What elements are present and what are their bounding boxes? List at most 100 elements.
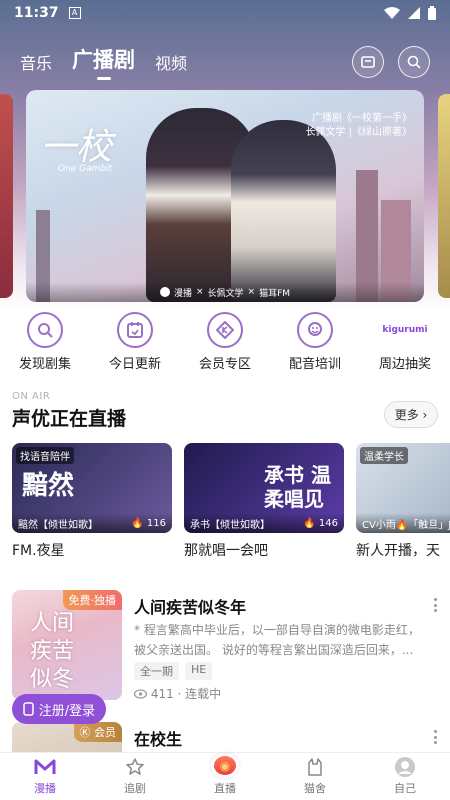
- nav-label: 猫舍: [304, 782, 326, 795]
- nav-label: 追剧: [124, 782, 146, 795]
- live-icon: ◉: [211, 753, 239, 778]
- banner-slide[interactable]: 一校 One Gambit 广播剧《一校第一手》 长佩文学 |《绿山原著》 漫播…: [26, 90, 424, 302]
- star-icon: [123, 756, 147, 778]
- drama-tags: 全一期 HE: [134, 662, 213, 680]
- banner-character-right: [231, 120, 336, 302]
- search-icon: [407, 55, 421, 69]
- quick-item-discover[interactable]: 发现剧集: [5, 312, 85, 376]
- vip-icon: [207, 312, 243, 348]
- drama-description: * 程言繁高中毕业后，以一部自导自演的微电影走红，被父亲送出国。 说好的等程言繁…: [134, 623, 420, 657]
- quick-menu: 发现剧集 今日更新 会员专区 配音培训 kigurumi 周边抽奖: [0, 312, 450, 376]
- quick-item-label: 会员专区: [198, 357, 251, 372]
- live-caption-bar: 黯然【倾世如歌】 🔥 116: [12, 513, 172, 533]
- live-thumbnail: 承书 温柔唱见 承书【倾世如歌】 🔥 146: [184, 443, 344, 533]
- live-more-button[interactable]: 更多 ›: [384, 401, 438, 428]
- drama-list-item[interactable]: 免费·独播 人间疾苦似冬年 人间疾苦似冬年 * 程言繁高中毕业后，以一部自导自演…: [12, 590, 438, 702]
- nav-label: 漫播: [34, 782, 56, 795]
- banner-prev-peek[interactable]: [0, 94, 13, 298]
- discover-icon: [27, 312, 63, 348]
- live-host-name: 新人开播，天: [356, 543, 440, 559]
- banner-next-peek[interactable]: [438, 94, 450, 298]
- banner-footer-brand: 漫播: [173, 288, 192, 299]
- live-caption-bar: 承书【倾世如歌】 🔥 146: [184, 513, 344, 533]
- live-eyebrow: ON AIR: [12, 391, 51, 402]
- avatar-icon: [393, 756, 417, 778]
- banner-calligraphy: 一校: [40, 127, 113, 168]
- quick-item-dubbing-training[interactable]: 配音培训: [275, 312, 355, 376]
- more-options-icon[interactable]: [434, 598, 438, 612]
- manbo-logo-icon: [33, 756, 57, 778]
- live-caption-bar: CV小雨🔥「触旦」J: [356, 513, 450, 533]
- banner-footer-partner: 长佩文学: [207, 288, 244, 299]
- register-login-button[interactable]: 注册/登录: [12, 694, 106, 724]
- calendar-icon: [117, 312, 153, 348]
- drama-cover: 免费·独播 人间疾苦似冬年: [12, 590, 122, 700]
- banner-footer-studio: 猫耳FM: [259, 288, 291, 299]
- drama-tag: 全一期: [134, 662, 179, 680]
- search-button[interactable]: [398, 46, 430, 78]
- quick-item-vip[interactable]: 会员专区: [185, 312, 265, 376]
- live-thumbnail: 找语音陪伴 黯然 黯然【倾世如歌】 🔥 116: [12, 443, 172, 533]
- banner-caption: 广播剧《一校第一手》 长佩文学 |《绿山原著》: [305, 112, 412, 140]
- nav-item-me[interactable]: 自己: [360, 753, 450, 800]
- nav-item-manbo[interactable]: 漫播: [0, 753, 90, 800]
- live-viewer-count: 🔥 146: [303, 517, 338, 529]
- live-tag: 找语音陪伴: [16, 447, 74, 464]
- tab-music[interactable]: 音乐: [20, 50, 52, 74]
- live-art-text: 承书 温柔唱见: [264, 463, 331, 511]
- banner-carousel[interactable]: 一校 One Gambit 广播剧《一校第一手》 长佩文学 |《绿山原著》 漫播…: [0, 90, 450, 302]
- status-indicators: [384, 6, 436, 20]
- live-caption: 黯然【倾世如歌】: [18, 519, 98, 531]
- banner-calligraphy-sub: One Gambit: [58, 164, 113, 174]
- quick-item-merch-lottery[interactable]: kigurumi 周边抽奖: [365, 312, 445, 376]
- tab-radio-drama[interactable]: 广播剧: [72, 44, 135, 80]
- banner-caption-line2: 长佩文学 |《绿山原著》: [305, 127, 412, 138]
- top-navigation: 音乐 广播剧 视频: [0, 40, 450, 84]
- banner-footer: 漫播 × 长佩文学 × 猫耳FM: [26, 282, 424, 302]
- quick-item-label: 配音培训: [288, 357, 341, 372]
- mic-training-icon: [297, 312, 333, 348]
- status-time: 11:37: [14, 5, 59, 21]
- nav-item-follow[interactable]: 追剧: [90, 753, 180, 800]
- live-caption: 承书【倾世如歌】: [190, 519, 270, 531]
- phone-icon: [23, 702, 34, 716]
- live-caption: CV小雨🔥「触旦」J: [362, 519, 450, 531]
- register-login-label: 注册/登录: [38, 703, 96, 719]
- mail-icon: [361, 56, 375, 68]
- nav-label: 直播: [214, 782, 236, 795]
- drama-badge: Ⓚ 会员: [73, 722, 122, 742]
- drama-list-item[interactable]: Ⓚ 会员 在校生: [12, 722, 438, 752]
- vip-badge-icon: Ⓚ: [79, 726, 91, 739]
- live-card-row: 找语音陪伴 黯然 黯然【倾世如歌】 🔥 116 FM.夜星 承书 温柔唱见 承书…: [12, 443, 450, 563]
- drama-title: 人间疾苦似冬年: [134, 598, 247, 617]
- live-card[interactable]: 温柔学长 CV小雨🔥「触旦」J 新人开播，天: [356, 443, 450, 563]
- live-host-name: 那就唱一会吧: [184, 543, 268, 559]
- drama-cover-text: 人间疾苦似冬年: [30, 611, 75, 700]
- banner-caption-line1: 广播剧《一校第一手》: [312, 113, 412, 124]
- live-host-name: FM.夜星: [12, 543, 65, 559]
- live-art-text: 黯然: [22, 471, 75, 501]
- status-bar: 11:37 A: [0, 0, 450, 26]
- quick-item-label: 今日更新: [108, 357, 161, 372]
- eye-icon: [133, 689, 148, 699]
- bottom-navigation: 漫播 追剧 ◉ 直播 猫舍 自己: [0, 752, 450, 800]
- drama-title: 在校生: [134, 730, 183, 749]
- nav-item-cat-house[interactable]: 猫舍: [270, 753, 360, 800]
- quick-item-label: 周边抽奖: [378, 357, 431, 372]
- nav-item-live[interactable]: ◉ 直播: [180, 753, 270, 800]
- topnav-actions: [352, 46, 430, 78]
- tab-video[interactable]: 视频: [155, 50, 187, 74]
- live-card[interactable]: 承书 温柔唱见 承书【倾世如歌】 🔥 146 那就唱一会吧: [184, 443, 344, 563]
- drama-cover: Ⓚ 会员: [12, 722, 122, 752]
- quick-item-today-update[interactable]: 今日更新: [95, 312, 175, 376]
- live-tag: 温柔学长: [360, 447, 408, 464]
- mail-button[interactable]: [352, 46, 384, 78]
- quick-item-label: 发现剧集: [18, 357, 71, 372]
- drama-tag: HE: [185, 662, 213, 680]
- live-card[interactable]: 找语音陪伴 黯然 黯然【倾世如歌】 🔥 116 FM.夜星: [12, 443, 172, 563]
- manbo-logo-icon: [159, 287, 170, 297]
- live-section-title: 声优正在直播: [12, 408, 127, 430]
- drama-badge: 免费·独播: [62, 590, 122, 610]
- live-viewer-count: 🔥 116: [131, 517, 166, 529]
- more-options-icon[interactable]: [434, 730, 438, 744]
